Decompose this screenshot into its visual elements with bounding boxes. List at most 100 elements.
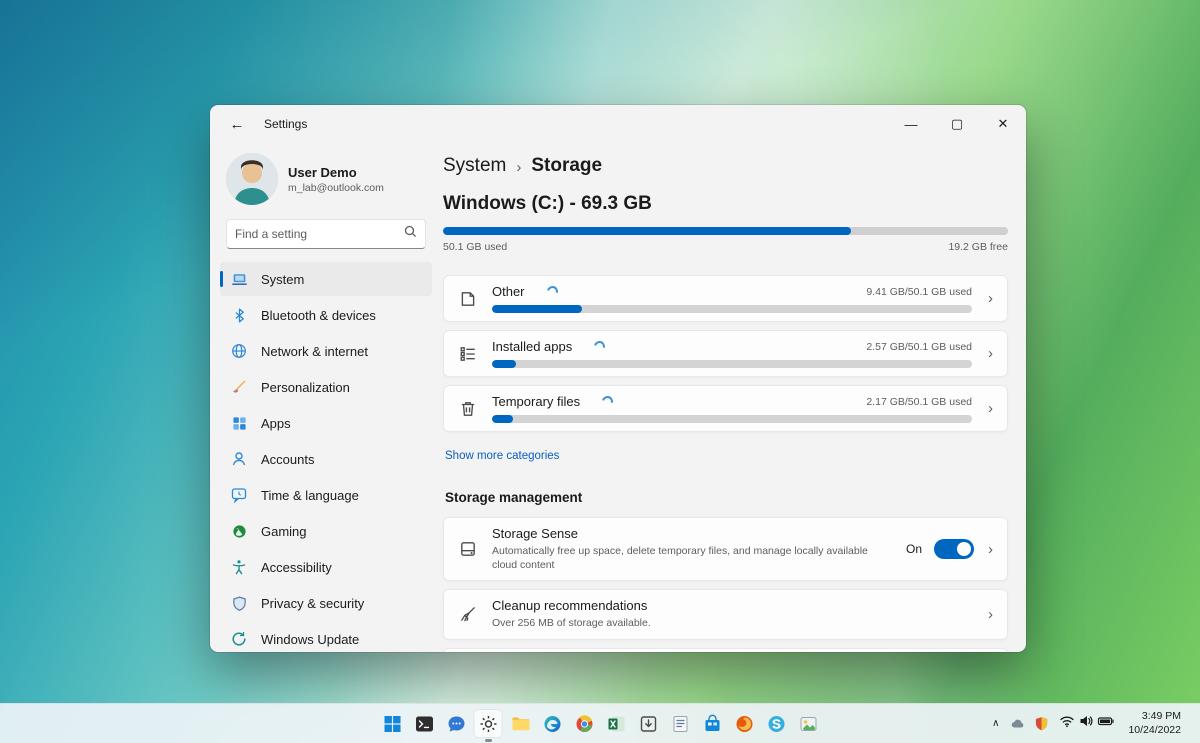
search-input[interactable] [235, 227, 404, 241]
sidebar-item-personalization[interactable]: Personalization [220, 370, 432, 404]
user-name: User Demo [288, 165, 384, 180]
storage-page: System › Storage Windows (C:) - 69.3 GB … [442, 143, 1026, 652]
sidebar-item-label: Accessibility [261, 560, 332, 575]
tray-chevron-up-icon[interactable]: ∧ [986, 710, 1005, 738]
toggle-knob [957, 542, 971, 556]
start-button[interactable] [379, 710, 406, 737]
excel-icon[interactable] [603, 710, 630, 737]
search-icon [404, 225, 417, 243]
accessibility-icon [230, 558, 248, 576]
sidebar-item-accounts[interactable]: Accounts [220, 442, 432, 476]
sidebar-item-label: Windows Update [261, 632, 359, 647]
photos-icon[interactable] [795, 710, 822, 737]
wifi-icon [1059, 713, 1075, 734]
update-icon [230, 630, 248, 648]
sidebar-item-bluetooth[interactable]: Bluetooth & devices [220, 298, 432, 332]
storage-sense-description: Automatically free up space, delete temp… [492, 544, 892, 572]
sidebar-item-apps[interactable]: Apps [220, 406, 432, 440]
toggle-state-label: On [906, 542, 922, 556]
chevron-right-icon: › [986, 606, 993, 623]
category-row-other[interactable]: Other 9.41 GB/50.1 GB used › [443, 275, 1008, 322]
security-shield-icon[interactable] [1031, 710, 1052, 738]
storage-sense-toggle[interactable] [934, 539, 974, 559]
cloud-icon[interactable] [1007, 710, 1029, 738]
storage-sense-controls: On › [906, 539, 993, 559]
chevron-right-icon: › [986, 400, 993, 417]
status-icons[interactable] [1054, 710, 1120, 738]
storage-sense-row[interactable]: Storage Sense Automatically free up spac… [443, 517, 1008, 581]
user-profile[interactable]: User Demo m_lab@outlook.com [210, 145, 442, 217]
sidebar-item-network[interactable]: Network & internet [220, 334, 432, 368]
category-bar [492, 360, 972, 368]
app-list-icon [458, 344, 478, 364]
terminal-icon[interactable] [411, 710, 438, 737]
category-row-installed-apps[interactable]: Installed apps 2.57 GB/50.1 GB used › [443, 330, 1008, 377]
user-info: User Demo m_lab@outlook.com [288, 165, 384, 194]
show-more-row: Show more categories [445, 446, 1006, 464]
clock[interactable]: 3:49 PM 10/24/2022 [1122, 710, 1191, 737]
drive-free-label: 19.2 GB free [948, 241, 1008, 253]
brush-icon [230, 378, 248, 396]
category-label: Other [492, 284, 525, 299]
category-bar-fill [492, 415, 513, 423]
firefox-icon[interactable] [731, 710, 758, 737]
desktop: ← Settings — ▢ ✕ [0, 0, 1200, 743]
cleanup-description: Over 256 MB of storage available. [492, 616, 912, 630]
back-button[interactable]: ← [222, 111, 252, 137]
sidebar-item-label: Accounts [261, 452, 314, 467]
drive-title: Windows (C:) - 69.3 GB [443, 193, 1008, 215]
sidebar-item-windows-update[interactable]: Windows Update [220, 622, 432, 652]
category-cards: Other 9.41 GB/50.1 GB used › [443, 275, 1008, 432]
category-label: Temporary files [492, 394, 580, 409]
advanced-storage-row[interactable]: Advanced storage settings Backup options… [443, 648, 1008, 652]
category-usage: 2.57 GB/50.1 GB used [866, 341, 972, 353]
sidebar-nav: System Bluetooth & devices Network & int… [210, 261, 442, 652]
sidebar-item-gaming[interactable]: Gaming [220, 514, 432, 548]
settings-taskbar-icon[interactable] [475, 710, 502, 737]
file-explorer-icon[interactable] [507, 710, 534, 737]
sidebar-item-label: Bluetooth & devices [261, 308, 376, 323]
show-more-categories-link[interactable]: Show more categories [445, 450, 559, 462]
sidebar-item-label: Gaming [261, 524, 307, 539]
loading-spinner-icon [545, 284, 560, 299]
category-bar [492, 415, 972, 423]
taskbar: ∧ 3:49 PM 10/24/2022 [0, 703, 1200, 743]
clock-date: 10/24/2022 [1128, 724, 1181, 738]
sidebar-item-label: Apps [261, 416, 291, 431]
search-box[interactable] [226, 219, 426, 249]
category-row-temporary-files[interactable]: Temporary files 2.17 GB/50.1 GB used › [443, 385, 1008, 432]
breadcrumb-system[interactable]: System [443, 155, 506, 177]
drive-usage-fill [443, 227, 851, 235]
sidebar-item-system[interactable]: System [220, 262, 432, 296]
edge-icon[interactable] [539, 710, 566, 737]
chevron-right-icon: › [986, 345, 993, 362]
drive-usage-bar [443, 227, 1008, 235]
store-icon[interactable] [699, 710, 726, 737]
clock-language-icon [230, 486, 248, 504]
sidebar-item-privacy[interactable]: Privacy & security [220, 586, 432, 620]
drive-usage-labels: 50.1 GB used 19.2 GB free [443, 241, 1008, 253]
titlebar: ← Settings — ▢ ✕ [210, 105, 1026, 143]
avatar [226, 153, 278, 205]
category-bar [492, 305, 972, 313]
clock-time: 3:49 PM [1128, 710, 1181, 724]
person-icon [230, 450, 248, 468]
maximize-button[interactable]: ▢ [934, 105, 980, 143]
notes-icon[interactable] [667, 710, 694, 737]
installer-icon[interactable] [635, 710, 662, 737]
window-title: Settings [264, 117, 307, 131]
skype-icon[interactable] [763, 710, 790, 737]
loading-spinner-icon [600, 394, 615, 409]
chrome-icon[interactable] [571, 710, 598, 737]
sidebar-item-accessibility[interactable]: Accessibility [220, 550, 432, 584]
sidebar-item-label: System [261, 272, 304, 287]
cleanup-recommendations-row[interactable]: Cleanup recommendations Over 256 MB of s… [443, 589, 1008, 639]
apps-grid-icon [230, 414, 248, 432]
chat-icon[interactable] [443, 710, 470, 737]
sidebar-item-label: Personalization [261, 380, 350, 395]
category-bar-fill [492, 305, 582, 313]
minimize-button[interactable]: — [888, 105, 934, 143]
category-content: Temporary files 2.17 GB/50.1 GB used [492, 394, 972, 423]
close-button[interactable]: ✕ [980, 105, 1026, 143]
sidebar-item-time-language[interactable]: Time & language [220, 478, 432, 512]
